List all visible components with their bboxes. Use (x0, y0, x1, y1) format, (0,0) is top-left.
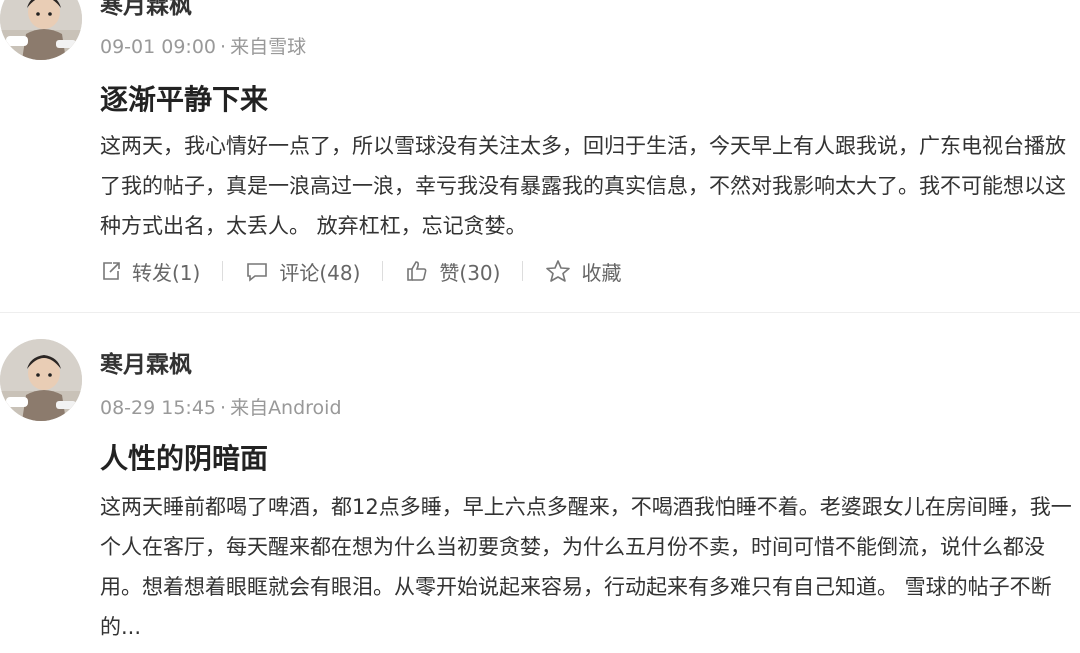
repost-button[interactable]: 转发(1) (100, 257, 200, 286)
share-icon (103, 262, 120, 280)
post-body[interactable]: 这两天睡前都喝了啤酒，都12点多睡，早上六点多醒来，不喝酒我怕睡不着。老婆跟女儿… (100, 487, 1072, 647)
divider (382, 261, 384, 281)
post-title[interactable]: 人性的阴暗面 (100, 437, 268, 477)
divider (522, 261, 524, 281)
post-card: 寒月霖枫 08-29 15:45 · 来自Android 人性的阴暗面 这两天睡前都… (0, 312, 1080, 653)
post-card: 寒月霖枫 09-01 09:00 · 来自雪球 逐渐平静下来 这两天，我心情好一点了… (0, 0, 1080, 312)
author-name[interactable]: 寒月霖枫 (100, 345, 192, 379)
post-meta: 08-29 15:45 · 来自Android (100, 393, 342, 420)
favorite-button[interactable]: 收藏 (545, 257, 621, 286)
repost-label: 转发(1) (132, 260, 201, 285)
post-meta: 09-01 09:00 · 来自雪球 (100, 32, 306, 59)
avatar[interactable] (0, 339, 82, 421)
like-label: 赞(30) (439, 260, 501, 285)
avatar[interactable] (0, 0, 82, 60)
post-source: 来自雪球 (230, 36, 307, 58)
post-source: 来自Android (230, 397, 342, 419)
comment-icon (247, 263, 268, 282)
star-icon (546, 260, 571, 282)
meta-separator: · (220, 397, 227, 419)
post-body[interactable]: 这两天，我心情好一点了，所以雪球没有关注太多，回归于生活，今天早上有人跟我说，广… (100, 126, 1072, 246)
thumbs-up-icon (407, 261, 427, 281)
post-date: 08-29 15:45 (100, 397, 217, 419)
post-title[interactable]: 逐渐平静下来 (100, 78, 268, 118)
divider (222, 261, 224, 281)
comment-button[interactable]: 评论(48) (245, 257, 360, 286)
meta-separator: · (220, 36, 227, 58)
like-button[interactable]: 赞(30) (405, 257, 500, 286)
author-name[interactable]: 寒月霖枫 (100, 0, 192, 20)
post-date: 09-01 09:00 (100, 36, 217, 58)
post-actions: 转发(1) 评论(48) 赞(30) 收藏 (100, 256, 621, 286)
comment-label: 评论(48) (279, 260, 361, 285)
favorite-label: 收藏 (581, 260, 622, 285)
